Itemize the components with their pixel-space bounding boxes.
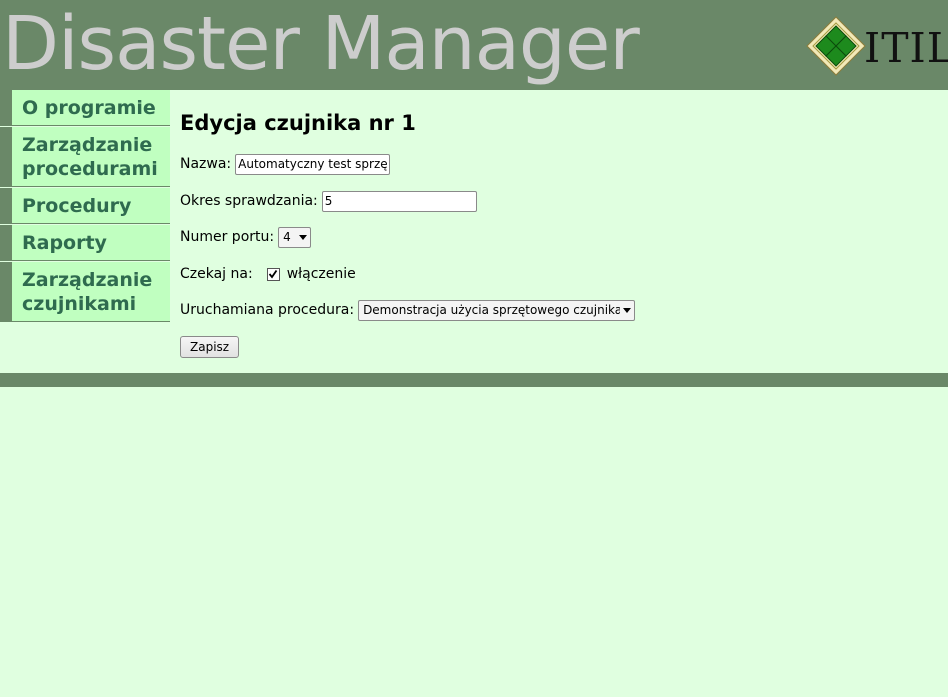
sidebar-item-label: Procedury <box>22 195 132 217</box>
itil-logo: ITIL <box>806 16 948 76</box>
wait-option-label: włączenie <box>286 266 356 282</box>
sidebar-item-label: Zarządzanie <box>22 269 153 291</box>
period-label: Okres sprawdzania: <box>180 193 318 209</box>
footer-bar <box>0 373 948 387</box>
procedure-select-value: Demonstracja użycia sprzętowego czujnika <box>363 303 621 317</box>
port-select-value: 4 <box>283 230 291 244</box>
sidebar-item-label: O programie <box>22 97 156 119</box>
chevron-down-icon <box>620 301 634 320</box>
port-select[interactable]: 4 <box>278 226 312 248</box>
procedure-label: Uruchamiana procedura: <box>180 302 355 318</box>
checkmark-icon <box>268 269 278 279</box>
period-row: Okres sprawdzania: <box>180 190 477 212</box>
page-title: Edycja czujnika nr 1 <box>180 111 416 135</box>
sidebar-item-zarzadzanie-czujnikami[interactable]: Zarządzanie czujnikami <box>0 262 170 322</box>
main-content: Edycja czujnika nr 1 Nazwa: Okres sprawd… <box>180 90 940 358</box>
wait-row: Czekaj na: włączenie <box>180 263 356 285</box>
port-row: Numer portu: 4 <box>180 226 312 248</box>
sidebar-item-label: Raporty <box>22 232 107 254</box>
name-row: Nazwa: <box>180 153 391 175</box>
name-input[interactable] <box>235 153 391 175</box>
period-input[interactable] <box>321 190 477 212</box>
sidebar-item-label: Zarządzanie <box>22 134 153 156</box>
itil-diamond-logo-icon <box>806 16 866 76</box>
procedure-select[interactable]: Demonstracja użycia sprzętowego czujnika <box>358 299 636 321</box>
sidebar-item-procedury[interactable]: Procedury <box>0 188 170 224</box>
procedure-row: Uruchamiana procedura: Demonstracja użyc… <box>180 299 636 321</box>
app-title: Disaster Manager <box>2 1 640 87</box>
name-label: Nazwa: <box>180 156 232 172</box>
sidebar: O programie Zarządzanie procedurami Proc… <box>0 90 170 322</box>
header: Disaster Manager ITIL <box>0 0 948 90</box>
chevron-down-icon <box>296 228 310 247</box>
sidebar-item-raporty[interactable]: Raporty <box>0 225 170 261</box>
logo-text: ITIL <box>864 24 948 72</box>
wait-checkbox[interactable] <box>266 267 280 281</box>
port-label: Numer portu: <box>180 229 275 245</box>
sidebar-item-label: procedurami <box>22 158 158 180</box>
save-button[interactable]: Zapisz <box>180 336 240 358</box>
wait-label: Czekaj na: <box>180 266 253 282</box>
sidebar-item-label: czujnikami <box>22 293 137 315</box>
sidebar-item-zarzadzanie-procedurami[interactable]: Zarządzanie procedurami <box>0 127 170 187</box>
save-row: Zapisz <box>180 336 240 358</box>
sidebar-item-o-programie[interactable]: O programie <box>0 90 170 126</box>
